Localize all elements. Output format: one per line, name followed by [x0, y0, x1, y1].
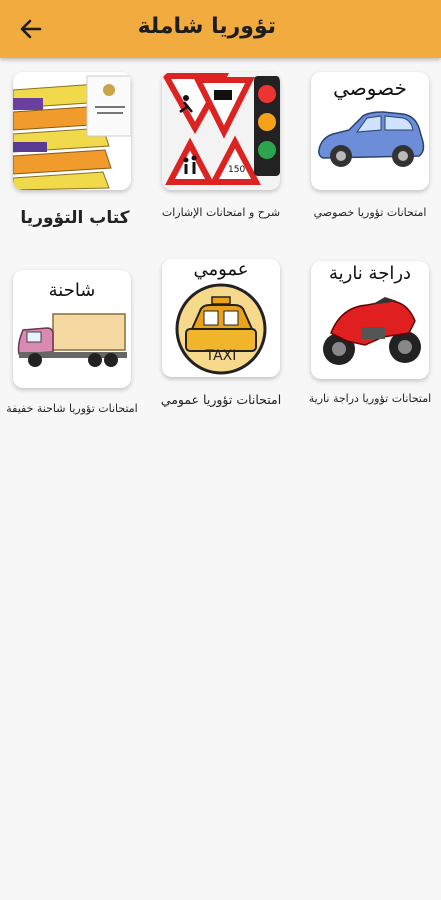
caption-signs: شرح و امتحانات الإشارات [161, 206, 281, 219]
caption-book: كتاب التؤوريا [20, 208, 130, 228]
taxi-text: TAXI [205, 348, 237, 364]
caption-motorcycle-exams: امتحانات تؤوريا دراجة نارية [308, 392, 432, 405]
caption-public-exams: امتحانات تؤوريا عمومي [160, 392, 282, 407]
caption-private-exams: امتحانات تؤوريا خصوصي [313, 206, 427, 219]
app-bar: تؤوريا شاملة [0, 0, 441, 58]
tile-public-exams[interactable]: عمومي TAXI [162, 259, 280, 377]
arrow-left-icon [20, 19, 42, 39]
traffic-signs-icon: 150 [162, 72, 280, 190]
truck-icon [17, 313, 127, 367]
page-title: تؤوريا شاملة [137, 14, 276, 39]
tile-signs[interactable]: 150 [162, 72, 280, 190]
caption-truck-exams: امتحانات تؤوريا شاحنة خفيفة [6, 402, 138, 415]
tile-truck-exams[interactable]: شاحنة [13, 270, 131, 388]
svg-text:150: 150 [228, 165, 245, 175]
books-icon [13, 75, 131, 190]
back-button[interactable] [18, 16, 44, 42]
taxi-icon: TAXI [175, 283, 267, 375]
tile-book[interactable] [13, 72, 131, 190]
motorcycle-icon [323, 297, 421, 365]
tile-motorcycle-exams[interactable]: دراجة نارية [311, 261, 429, 379]
tile-private-exams[interactable]: خصوصي [311, 72, 429, 190]
car-icon [318, 111, 425, 167]
